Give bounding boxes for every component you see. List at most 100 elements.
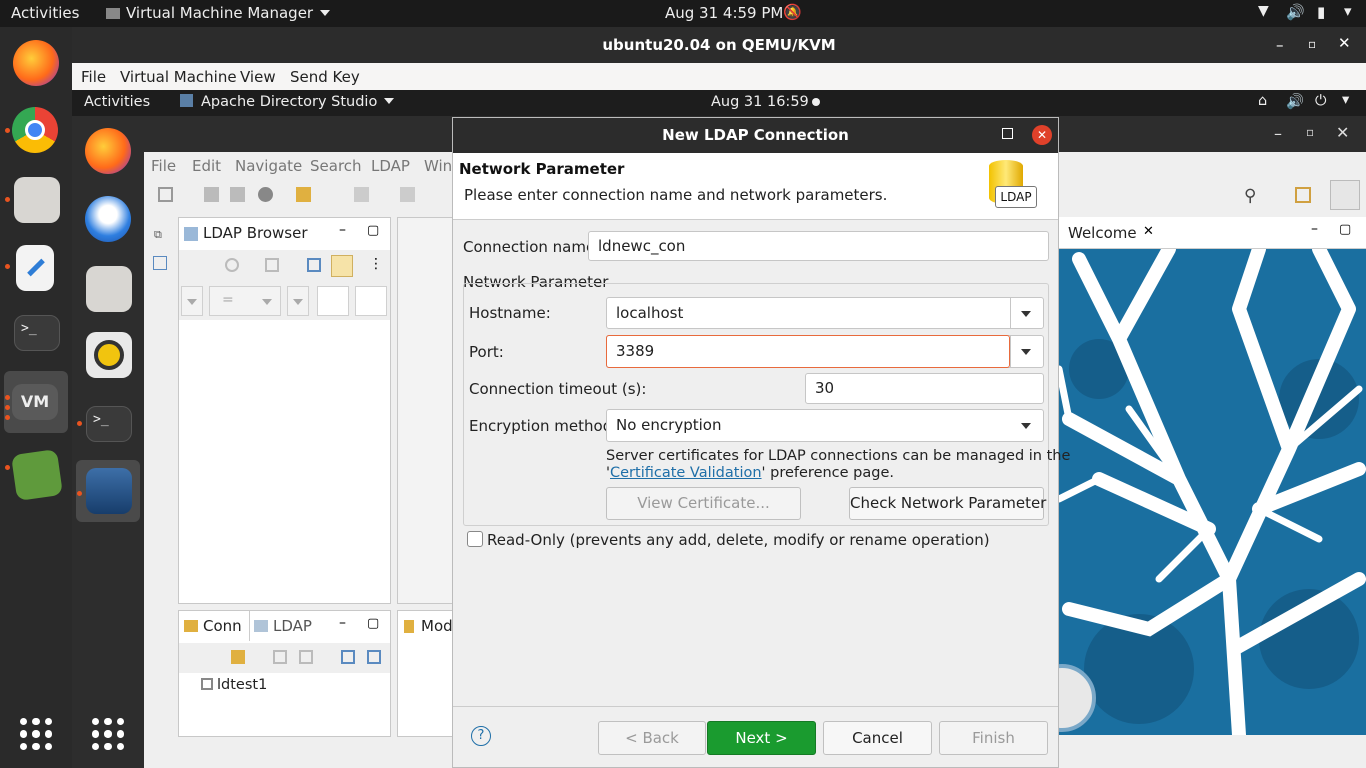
vm-menu-file[interactable]: File — [81, 68, 106, 86]
chevron-down-icon[interactable]: ▾ — [1344, 2, 1352, 20]
close-icon[interactable]: ✕ — [1338, 34, 1351, 52]
rhythmbox-icon[interactable] — [86, 332, 132, 378]
filter-value-dropdown[interactable] — [287, 286, 309, 316]
volume-icon[interactable]: 🔊 — [1286, 93, 1304, 110]
text-editor-icon[interactable] — [16, 245, 54, 291]
help-icon[interactable]: ? — [471, 726, 491, 746]
new-connection-icon[interactable] — [158, 187, 173, 202]
ads-menu-ldap[interactable]: LDAP — [371, 157, 410, 175]
view-certificate-button[interactable]: View Certificate... — [606, 487, 801, 520]
open-perspective-icon[interactable] — [1295, 187, 1311, 203]
host-app-menu[interactable]: Virtual Machine Manager — [106, 4, 331, 22]
tree-view-icon[interactable] — [153, 256, 167, 270]
run-icon[interactable] — [296, 187, 311, 202]
ldap-browser-tab[interactable]: LDAP Browser — [203, 224, 308, 242]
hostname-combo[interactable]: localhost — [606, 297, 1044, 329]
link-with-editor-icon[interactable] — [331, 255, 353, 277]
show-apps-icon[interactable] — [92, 718, 124, 750]
close-icon[interactable]: ✕ — [1336, 123, 1349, 142]
host-clock[interactable]: Aug 31 4:59 PM — [665, 4, 783, 22]
welcome-tab[interactable]: Welcome — [1068, 224, 1137, 242]
save-icon[interactable] — [204, 187, 219, 202]
filter-clear-button[interactable] — [355, 286, 387, 316]
ads-menu-navigate[interactable]: Navigate — [235, 157, 302, 175]
maximize-icon[interactable]: ▢ — [367, 223, 379, 238]
chevron-down-icon[interactable]: ▾ — [1342, 92, 1349, 108]
maximize-icon[interactable] — [1002, 128, 1013, 139]
volume-icon[interactable]: 🔊 — [1286, 3, 1305, 21]
disk-image-icon[interactable] — [11, 449, 63, 501]
encryption-method-dropdown[interactable]: No encryption — [606, 409, 1044, 442]
port-combo[interactable]: 3389 — [606, 335, 1044, 368]
maximize-icon[interactable]: ▢ — [1339, 222, 1351, 237]
minimize-icon[interactable]: – — [1274, 124, 1282, 143]
guest-app-menu[interactable]: Apache Directory Studio — [180, 94, 395, 110]
ads-menu-edit[interactable]: Edit — [192, 157, 221, 175]
maximize-icon[interactable]: ▫ — [1306, 125, 1314, 139]
terminal-icon[interactable]: >_ — [14, 315, 60, 351]
ads-menu-file[interactable]: File — [151, 157, 176, 175]
close-icon[interactable]: ✕ — [1032, 125, 1052, 145]
search-icon[interactable]: ⚲ — [1244, 186, 1264, 206]
finish-button[interactable]: Finish — [939, 721, 1048, 755]
host-activities-button[interactable]: Activities — [11, 4, 79, 22]
network-icon[interactable]: ⌂ — [1258, 93, 1267, 109]
files-icon[interactable] — [86, 266, 132, 312]
close-connection-icon[interactable] — [299, 650, 313, 664]
collapse-all-icon[interactable] — [307, 258, 321, 272]
maximize-icon[interactable]: ▫ — [1308, 37, 1316, 51]
filter-operator-dropdown[interactable]: = — [209, 286, 281, 316]
chevron-down-icon[interactable] — [1021, 423, 1031, 429]
connection-list-item[interactable]: ldtest1 — [201, 677, 267, 693]
minimize-icon[interactable]: – — [339, 615, 346, 631]
close-icon[interactable]: ✕ — [1143, 224, 1154, 239]
firefox-icon[interactable] — [85, 128, 131, 174]
new-connection-icon[interactable] — [231, 650, 245, 664]
vm-menu-virtual-machine[interactable]: Virtual Machine — [120, 68, 237, 86]
collapse-all-icon[interactable] — [367, 650, 381, 664]
vm-menu-send-key[interactable]: Send Key — [290, 68, 360, 86]
link-icon[interactable] — [265, 258, 279, 272]
ldap-perspective-button[interactable] — [1330, 180, 1360, 210]
minimize-icon[interactable]: – — [1311, 221, 1318, 237]
navigate-up-icon[interactable] — [400, 187, 415, 202]
wifi-icon[interactable]: ▼ — [1258, 3, 1269, 19]
chrome-icon[interactable] — [12, 107, 58, 153]
files-icon[interactable] — [14, 177, 60, 223]
show-apps-icon[interactable] — [20, 718, 52, 750]
expand-all-icon[interactable] — [341, 650, 355, 664]
open-connection-icon[interactable] — [273, 650, 287, 664]
thunderbird-icon[interactable] — [85, 196, 131, 242]
chevron-down-icon[interactable] — [1021, 311, 1031, 317]
minimize-icon[interactable]: – — [339, 222, 346, 238]
firefox-icon[interactable] — [13, 40, 59, 86]
view-menu-icon[interactable]: ⋮ — [369, 256, 383, 272]
next-button[interactable]: Next > — [707, 721, 816, 755]
terminal-icon[interactable]: >_ — [86, 406, 132, 442]
minimize-icon[interactable]: – — [1276, 36, 1284, 54]
ldap-tab[interactable]: LDAP — [273, 617, 312, 635]
maximize-icon[interactable]: ▢ — [367, 616, 379, 631]
cancel-button[interactable]: Cancel — [823, 721, 932, 755]
connections-tab[interactable]: Conn — [203, 617, 242, 635]
ads-menu-window[interactable]: Win — [424, 157, 452, 175]
filter-tree-button[interactable] — [317, 286, 349, 316]
power-icon[interactable]: ⏻ — [1315, 93, 1326, 109]
navigate-down-icon[interactable] — [354, 187, 369, 202]
refresh-icon[interactable] — [225, 258, 239, 272]
modification-logs-tab[interactable]: Mod — [421, 617, 453, 635]
chevron-down-icon[interactable] — [1021, 349, 1031, 355]
connection-timeout-input[interactable]: 30 — [805, 373, 1044, 404]
vm-menu-view[interactable]: View — [240, 68, 276, 86]
virt-manager-icon[interactable]: VM — [12, 384, 58, 420]
check-network-parameter-button[interactable]: Check Network Parameter — [849, 487, 1046, 520]
apache-directory-studio-icon[interactable] — [86, 468, 132, 514]
guest-clock[interactable]: Aug 31 16:59 — [711, 94, 809, 110]
back-button[interactable]: < Back — [598, 721, 706, 755]
restore-icon[interactable]: ⧉ — [154, 228, 168, 242]
battery-icon[interactable]: ▮ — [1317, 3, 1325, 21]
print-icon[interactable] — [230, 187, 245, 202]
ads-menu-search[interactable]: Search — [310, 157, 362, 175]
guest-activities-button[interactable]: Activities — [84, 94, 150, 110]
read-only-checkbox[interactable] — [467, 531, 483, 547]
